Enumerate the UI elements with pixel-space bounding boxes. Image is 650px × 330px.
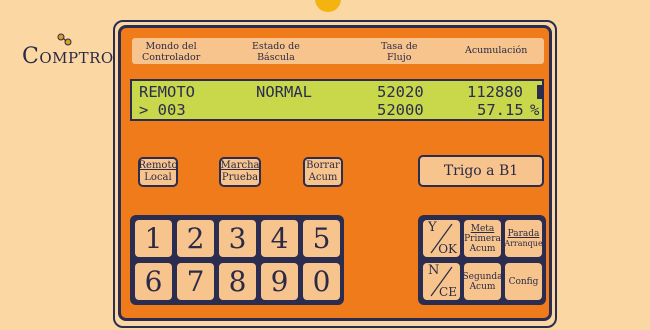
product-selection-button[interactable]: Trigo a B1 [418, 155, 544, 187]
display-header: Mondo del Controlador Estado de Báscula … [132, 38, 544, 64]
yes-ok-key[interactable]: Y OK [423, 220, 460, 257]
logo-text: COMPTROL [22, 44, 125, 69]
key-2[interactable]: 2 [177, 220, 214, 257]
config-key[interactable]: Config [505, 263, 542, 300]
remote-local-button[interactable]: Remoto Local [138, 157, 178, 187]
key-1[interactable]: 1 [135, 220, 172, 257]
key-4[interactable]: 4 [261, 220, 298, 257]
second-acc-key[interactable]: Segunda Acum [464, 263, 501, 300]
lcd-mode: REMOTO [139, 83, 195, 101]
header-accumulation: Acumulación [465, 45, 528, 56]
stop-start-key[interactable]: Parada Arranque [505, 220, 542, 257]
lcd-total: 112880 [467, 83, 523, 101]
test-run-button[interactable]: Marcha Prueba [219, 157, 261, 187]
key-3[interactable]: 3 [219, 220, 256, 257]
header-controller-mode: Mondo del Controlador [142, 41, 201, 63]
key-8[interactable]: 8 [219, 263, 256, 300]
lcd-display: REMOTO NORMAL 52020 112880 > 003 52000 5… [130, 79, 544, 121]
target-first-acc-key[interactable]: Meta Primera Acum [464, 220, 501, 257]
numeric-keypad: 1 2 3 4 5 6 7 8 9 0 [130, 215, 344, 305]
key-5[interactable]: 5 [303, 220, 340, 257]
key-9[interactable]: 9 [261, 263, 298, 300]
lcd-prompt: > 003 [139, 101, 186, 119]
key-7[interactable]: 7 [177, 263, 214, 300]
top-indicator-dot [315, 0, 341, 12]
function-keypad: Y OK Meta Primera Acum Parada Arranque N… [418, 215, 546, 305]
key-0[interactable]: 0 [303, 263, 340, 300]
lcd-rate: 52020 [377, 83, 424, 101]
no-ce-key[interactable]: N CE [423, 263, 460, 300]
clear-accumulation-button[interactable]: Borrar Acum [303, 157, 343, 187]
lcd-target-rate: 52000 [377, 101, 424, 119]
lcd-percent-unit: % [530, 101, 540, 119]
lcd-percent-value: 57.15 [477, 101, 524, 119]
header-flow-rate: Tasa de Flujo [381, 41, 418, 63]
lcd-status: NORMAL [256, 83, 312, 101]
lcd-cursor [537, 85, 543, 99]
header-scale-status: Estado de Báscula [252, 41, 300, 63]
key-6[interactable]: 6 [135, 263, 172, 300]
